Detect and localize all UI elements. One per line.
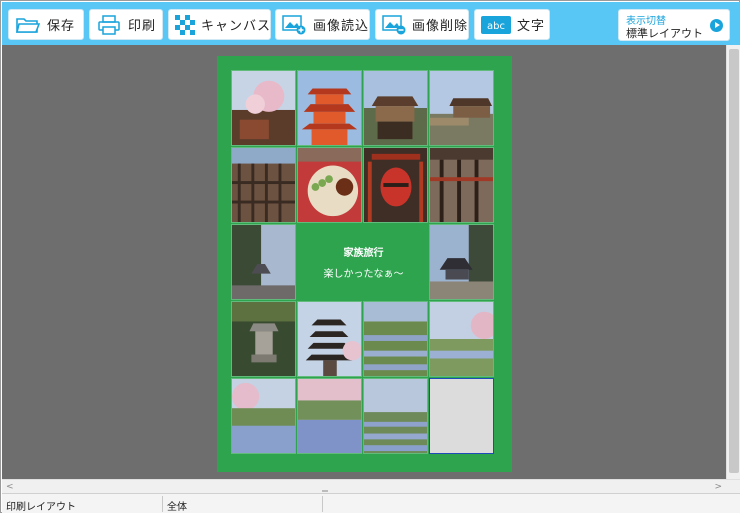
photo-image — [298, 379, 361, 453]
canvas-label: キャンバス — [201, 19, 272, 34]
horizontal-scrollbar[interactable]: < > — [2, 479, 740, 493]
scroll-grip — [322, 490, 328, 492]
image-delete-label: 画像削除 — [412, 19, 469, 34]
photo-cell-castle-trees[interactable] — [231, 224, 296, 300]
photo-image — [364, 302, 427, 376]
status-layout: 印刷レイアウト — [6, 502, 76, 513]
photo-cell-red-pagoda[interactable] — [297, 70, 362, 146]
photo-cell-blue-flowers[interactable] — [297, 378, 362, 454]
photo-image — [232, 302, 295, 376]
status-zoom: 全体 — [167, 502, 187, 513]
photo-cell-stone-lantern[interactable] — [231, 301, 296, 377]
photo-image — [298, 71, 361, 145]
photo-cell-shrine-structure[interactable] — [429, 147, 494, 223]
photo-image — [232, 148, 295, 222]
display-switch-button[interactable]: 表示切替 標準レイアウト — [618, 9, 730, 41]
scroll-right-icon[interactable]: > — [714, 482, 722, 492]
photo-cell-red-lantern[interactable] — [363, 147, 428, 223]
photo-cell-field-rows[interactable] — [363, 378, 428, 454]
image-load-label: 画像読込 — [312, 19, 369, 34]
photo-image — [430, 302, 493, 376]
status-divider — [162, 496, 163, 512]
text-label: 文字 — [517, 19, 546, 34]
photo-cell-dango-sweets[interactable] — [297, 147, 362, 223]
save-label: 保存 — [47, 19, 76, 34]
text-button[interactable]: abc 文字 — [474, 9, 550, 40]
print-label: 印刷 — [128, 19, 157, 34]
app-window: 保存 印刷 キャンバス 画像読込 画像削除 abc 文字 表示切替 標準レイアウ… — [0, 0, 740, 513]
photo-cell-temple-view[interactable] — [429, 70, 494, 146]
photo-cell-kiyomizu-stage[interactable] — [363, 70, 428, 146]
scroll-left-icon[interactable]: < — [6, 482, 14, 492]
photo-cell-cherry-blossom-temple[interactable] — [231, 70, 296, 146]
image-load-button[interactable]: 画像読込 — [275, 9, 370, 40]
printer-icon — [96, 14, 122, 36]
photo-cell-nemophila-hill[interactable] — [231, 378, 296, 454]
photo-image — [430, 71, 493, 145]
photo-image — [232, 225, 295, 299]
photo-image — [430, 148, 493, 222]
photo-cell-flower-field[interactable] — [363, 301, 428, 377]
play-icon — [710, 19, 723, 32]
page-title: 家族旅行 — [343, 248, 384, 259]
folder-icon — [15, 14, 41, 36]
empty-photo-slot[interactable] — [429, 378, 494, 454]
abc-icon: abc — [481, 15, 511, 34]
photo-cell-castle[interactable] — [429, 224, 494, 300]
image-delete-button[interactable]: 画像削除 — [375, 9, 469, 40]
vertical-scrollbar[interactable] — [726, 45, 740, 479]
photo-cell-five-story-pagoda[interactable] — [297, 301, 362, 377]
photo-cell-blossom-field[interactable] — [429, 301, 494, 377]
svg-text:abc: abc — [487, 21, 505, 32]
vertical-scroll-thumb[interactable] — [729, 49, 739, 473]
checkerboard-icon — [175, 14, 195, 36]
print-button[interactable]: 印刷 — [89, 9, 163, 40]
photo-image — [232, 71, 295, 145]
photo-image — [364, 148, 427, 222]
save-button[interactable]: 保存 — [8, 9, 84, 40]
image-remove-icon — [382, 14, 406, 36]
status-bar: 印刷レイアウト 全体 — [2, 493, 740, 513]
canvas-button[interactable]: キャンバス — [168, 9, 271, 40]
photo-cell-wooden-pillars[interactable] — [231, 147, 296, 223]
status-divider — [322, 496, 323, 512]
photo-image — [298, 148, 361, 222]
print-page[interactable]: 家族旅行 楽しかったなぁ～ — [217, 56, 512, 472]
photo-image — [364, 71, 427, 145]
photo-image — [430, 225, 493, 299]
caption-block[interactable]: 家族旅行 楽しかったなぁ～ — [297, 224, 430, 300]
image-add-icon — [282, 14, 307, 36]
photo-image — [364, 379, 427, 453]
display-switch-mode: 標準レイアウト — [626, 27, 703, 40]
photo-image — [232, 379, 295, 453]
toolbar: 保存 印刷 キャンバス 画像読込 画像削除 abc 文字 表示切替 標準レイアウ… — [2, 2, 740, 45]
photo-image — [298, 302, 361, 376]
page-subtitle: 楽しかったなぁ～ — [323, 269, 404, 280]
